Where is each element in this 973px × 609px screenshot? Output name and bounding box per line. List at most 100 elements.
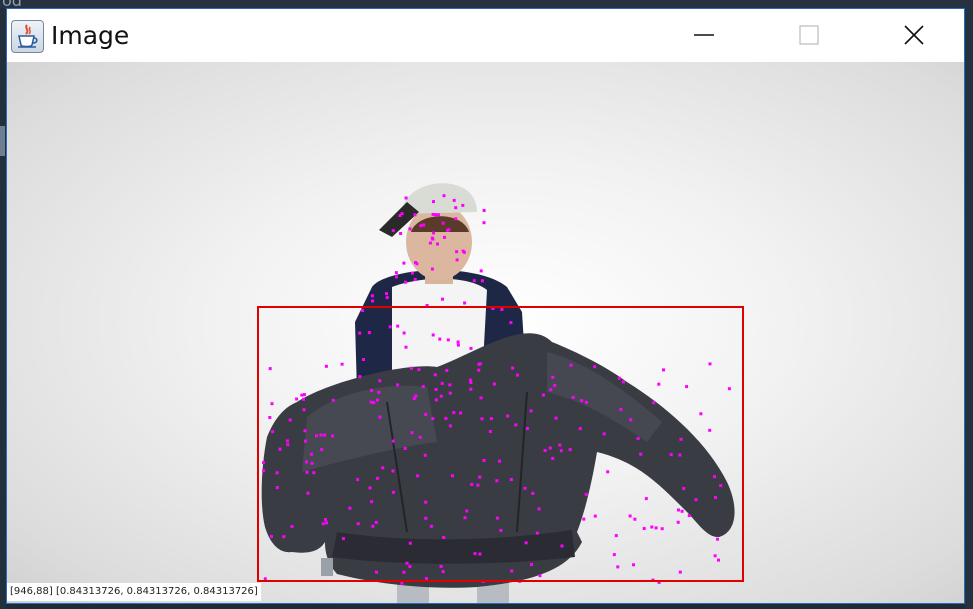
keypoint-dot	[469, 387, 473, 391]
keypoint-dot	[617, 376, 621, 380]
keypoint-dot	[582, 517, 586, 521]
keypoint-dot	[394, 271, 398, 275]
keypoint-dot	[278, 447, 282, 451]
keypoint-dot	[302, 397, 305, 401]
maximize-button[interactable]	[781, 9, 837, 62]
keypoint-dot	[442, 536, 446, 539]
keypoint-dot	[408, 541, 412, 545]
keypoint-dot	[418, 435, 422, 439]
keypoint-dot	[559, 449, 563, 453]
pixel-readout: [946,88] [0.84313726, 0.84313726, 0.8431…	[7, 583, 261, 601]
keypoint-dot	[477, 368, 481, 372]
keypoint-dot	[525, 427, 529, 430]
keypoint-dot	[424, 500, 428, 504]
keypoint-dot	[340, 362, 344, 366]
keypoint-dot	[300, 393, 304, 397]
keypoint-dot	[402, 570, 406, 574]
keypoint-dot	[295, 397, 299, 401]
keypoint-dot	[480, 279, 484, 283]
keypoint-dot	[433, 373, 437, 377]
keypoint-dot	[469, 346, 473, 350]
keypoint-dot	[489, 417, 493, 421]
keypoint-dot	[391, 439, 395, 443]
keypoint-dot	[417, 368, 421, 372]
keypoint-dot	[358, 331, 362, 335]
keypoint-dot	[268, 367, 272, 371]
keypoint-dot	[432, 231, 436, 235]
keypoint-dot	[402, 331, 406, 335]
keypoint-dot	[602, 432, 606, 436]
keypoint-dot	[584, 492, 588, 496]
keypoint-dot	[657, 382, 661, 386]
keypoint-dot	[423, 453, 427, 457]
keypoint-dot	[629, 418, 633, 422]
keypoint-dot	[290, 525, 294, 529]
keypoint-dot	[679, 437, 683, 441]
keypoint-dot	[456, 343, 460, 347]
keypoint-dot	[404, 345, 408, 349]
keypoint-dot	[606, 470, 610, 474]
image-canvas[interactable]: [946,88] [0.84313726, 0.84313726, 0.8431…	[7, 62, 964, 603]
keypoint-dot	[719, 484, 723, 488]
keypoint-dot	[537, 507, 541, 511]
keypoint-dot	[714, 496, 717, 499]
keypoint-dot	[621, 380, 625, 384]
keypoint-dot	[319, 433, 323, 437]
keypoint-dot	[441, 221, 445, 225]
keypoint-dot	[652, 401, 656, 405]
keypoint-dot	[395, 275, 398, 279]
minimize-button[interactable]	[676, 9, 732, 62]
keypoint-dot	[376, 476, 380, 480]
keypoint-dot	[506, 414, 510, 418]
keypoint-dot	[476, 483, 480, 487]
keypoint-dot	[499, 528, 503, 532]
keypoint-dot	[348, 506, 352, 510]
keypoint-dot	[495, 516, 499, 520]
keypoint-dot	[422, 223, 426, 227]
keypoint-dot	[469, 381, 473, 384]
keypoint-dot	[262, 461, 265, 465]
keypoint-dot	[593, 514, 597, 518]
keypoint-dot	[306, 491, 310, 495]
keypoint-dot	[529, 409, 533, 413]
keypoint-dot	[543, 449, 547, 452]
keypoint-dot	[405, 561, 409, 565]
keypoint-dot	[432, 200, 435, 204]
keypoint-dot	[511, 366, 515, 370]
keypoint-dot	[459, 411, 463, 415]
desktop-left-marker	[0, 126, 5, 156]
keypoint-dot	[446, 338, 450, 342]
keypoint-dot	[454, 217, 458, 221]
keypoint-dot	[509, 321, 513, 325]
keypoint-dot	[510, 569, 514, 573]
keypoint-dot	[509, 478, 513, 481]
keypoint-dot	[410, 366, 413, 370]
close-button[interactable]	[886, 9, 942, 62]
maximize-icon	[799, 25, 819, 45]
keypoint-dot	[523, 486, 527, 490]
keypoint-dot	[480, 417, 484, 421]
keypoint-dot	[428, 241, 432, 245]
keypoint-dot	[482, 221, 486, 225]
keypoint-dot	[644, 497, 648, 501]
keypoint-dot	[650, 525, 654, 529]
keypoint-dot	[685, 385, 689, 389]
keypoint-dot	[541, 393, 545, 397]
keypoint-dot	[678, 453, 682, 457]
keypoint-dot	[368, 486, 372, 490]
title-bar[interactable]: Image	[7, 9, 964, 62]
keypoint-dot	[614, 534, 618, 538]
keypoint-dot	[374, 520, 378, 524]
keypoint-dot	[477, 362, 481, 366]
keypoint-dot	[396, 383, 400, 387]
close-icon	[904, 25, 924, 45]
keypoint-dot	[514, 423, 518, 427]
keypoint-dot	[391, 469, 395, 473]
keypoint-dot	[305, 470, 309, 474]
keypoint-dot	[632, 563, 635, 567]
java-cup-icon[interactable]	[11, 20, 44, 53]
keypoint-dot	[430, 267, 434, 271]
keypoint-dot	[414, 394, 418, 398]
keypoint-dot	[414, 261, 417, 264]
keypoint-dot	[568, 448, 572, 452]
